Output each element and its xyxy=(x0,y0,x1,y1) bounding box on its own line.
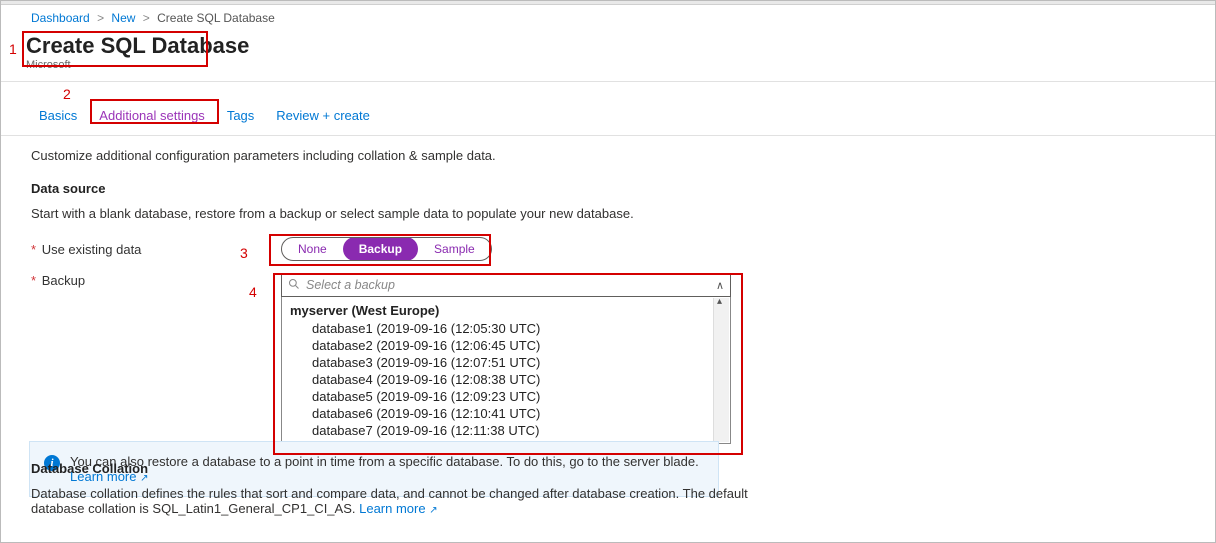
option-none[interactable]: None xyxy=(282,237,343,261)
section-collation: Database Collation Database collation de… xyxy=(31,461,751,532)
required-asterisk: * xyxy=(31,242,36,257)
page-title: Create SQL Database xyxy=(26,33,249,59)
section-text-collation: Database collation defines the rules tha… xyxy=(31,486,751,516)
external-link-icon: ↗ xyxy=(429,505,437,516)
section-title-collation: Database Collation xyxy=(31,461,751,476)
use-existing-data-toggle[interactable]: None Backup Sample xyxy=(281,237,492,261)
backup-option[interactable]: database6 (2019-09-16 (12:10:41 UTC) xyxy=(290,405,730,422)
page-subtitle: Microsoft xyxy=(26,59,1203,71)
chevron-up-icon: ∧ xyxy=(716,279,724,292)
page-header: Create SQL Database Microsoft xyxy=(1,25,1215,82)
tab-review-create[interactable]: Review + create xyxy=(276,102,370,135)
breadcrumb-separator: > xyxy=(139,11,154,25)
backup-option[interactable]: database1 (2019-09-16 (12:05:30 UTC) xyxy=(290,320,730,337)
label-use-existing-data: * Use existing data xyxy=(31,242,281,257)
backup-dropdown: Select a backup ∧ myserver (West Europe)… xyxy=(281,273,731,444)
collation-learn-more-link[interactable]: Learn more ↗ xyxy=(359,501,438,516)
breadcrumb-link-new[interactable]: New xyxy=(111,11,135,25)
backup-option[interactable]: database3 (2019-09-16 (12:07:51 UTC) xyxy=(290,354,730,371)
tab-description: Customize additional configuration param… xyxy=(31,148,1195,163)
section-title-data-source: Data source xyxy=(31,181,1195,196)
row-backup: * Backup Select a backup ∧ myserver (Wes… xyxy=(31,273,1195,444)
breadcrumb: Dashboard > New > Create SQL Database xyxy=(1,5,1215,25)
annotation-number-2: 2 xyxy=(63,86,71,102)
page-root: Dashboard > New > Create SQL Database Cr… xyxy=(0,0,1216,543)
tab-basics[interactable]: Basics xyxy=(39,102,77,135)
content: Customize additional configuration param… xyxy=(1,136,1215,466)
breadcrumb-current: Create SQL Database xyxy=(157,11,275,25)
dropdown-scrollbar[interactable] xyxy=(713,298,729,442)
tabs: Basics Additional settings Tags Review +… xyxy=(1,102,1215,136)
backup-dropdown-list: myserver (West Europe) database1 (2019-0… xyxy=(281,297,731,444)
label-text: Backup xyxy=(42,273,85,288)
option-sample[interactable]: Sample xyxy=(418,237,491,261)
breadcrumb-separator: > xyxy=(93,11,108,25)
label-backup: * Backup xyxy=(31,273,281,288)
backup-option[interactable]: database4 (2019-09-16 (12:08:38 UTC) xyxy=(290,371,730,388)
row-use-existing-data: * Use existing data None Backup Sample xyxy=(31,237,1195,261)
backup-group-header: myserver (West Europe) xyxy=(290,301,730,320)
backup-dropdown-input[interactable]: Select a backup ∧ xyxy=(281,273,731,297)
backup-option[interactable]: database7 (2019-09-16 (12:11:38 UTC) xyxy=(290,422,730,439)
required-asterisk: * xyxy=(31,273,36,288)
backup-option[interactable]: database2 (2019-09-16 (12:06:45 UTC) xyxy=(290,337,730,354)
tab-additional-settings[interactable]: Additional settings xyxy=(99,102,205,135)
backup-option[interactable]: database5 (2019-09-16 (12:09:23 UTC) xyxy=(290,388,730,405)
search-icon xyxy=(288,278,300,293)
tab-tags[interactable]: Tags xyxy=(227,102,254,135)
breadcrumb-link-dashboard[interactable]: Dashboard xyxy=(31,11,90,25)
label-text: Use existing data xyxy=(42,242,142,257)
option-backup[interactable]: Backup xyxy=(343,237,418,261)
section-text-data-source: Start with a blank database, restore fro… xyxy=(31,206,1195,221)
backup-placeholder: Select a backup xyxy=(306,278,716,292)
